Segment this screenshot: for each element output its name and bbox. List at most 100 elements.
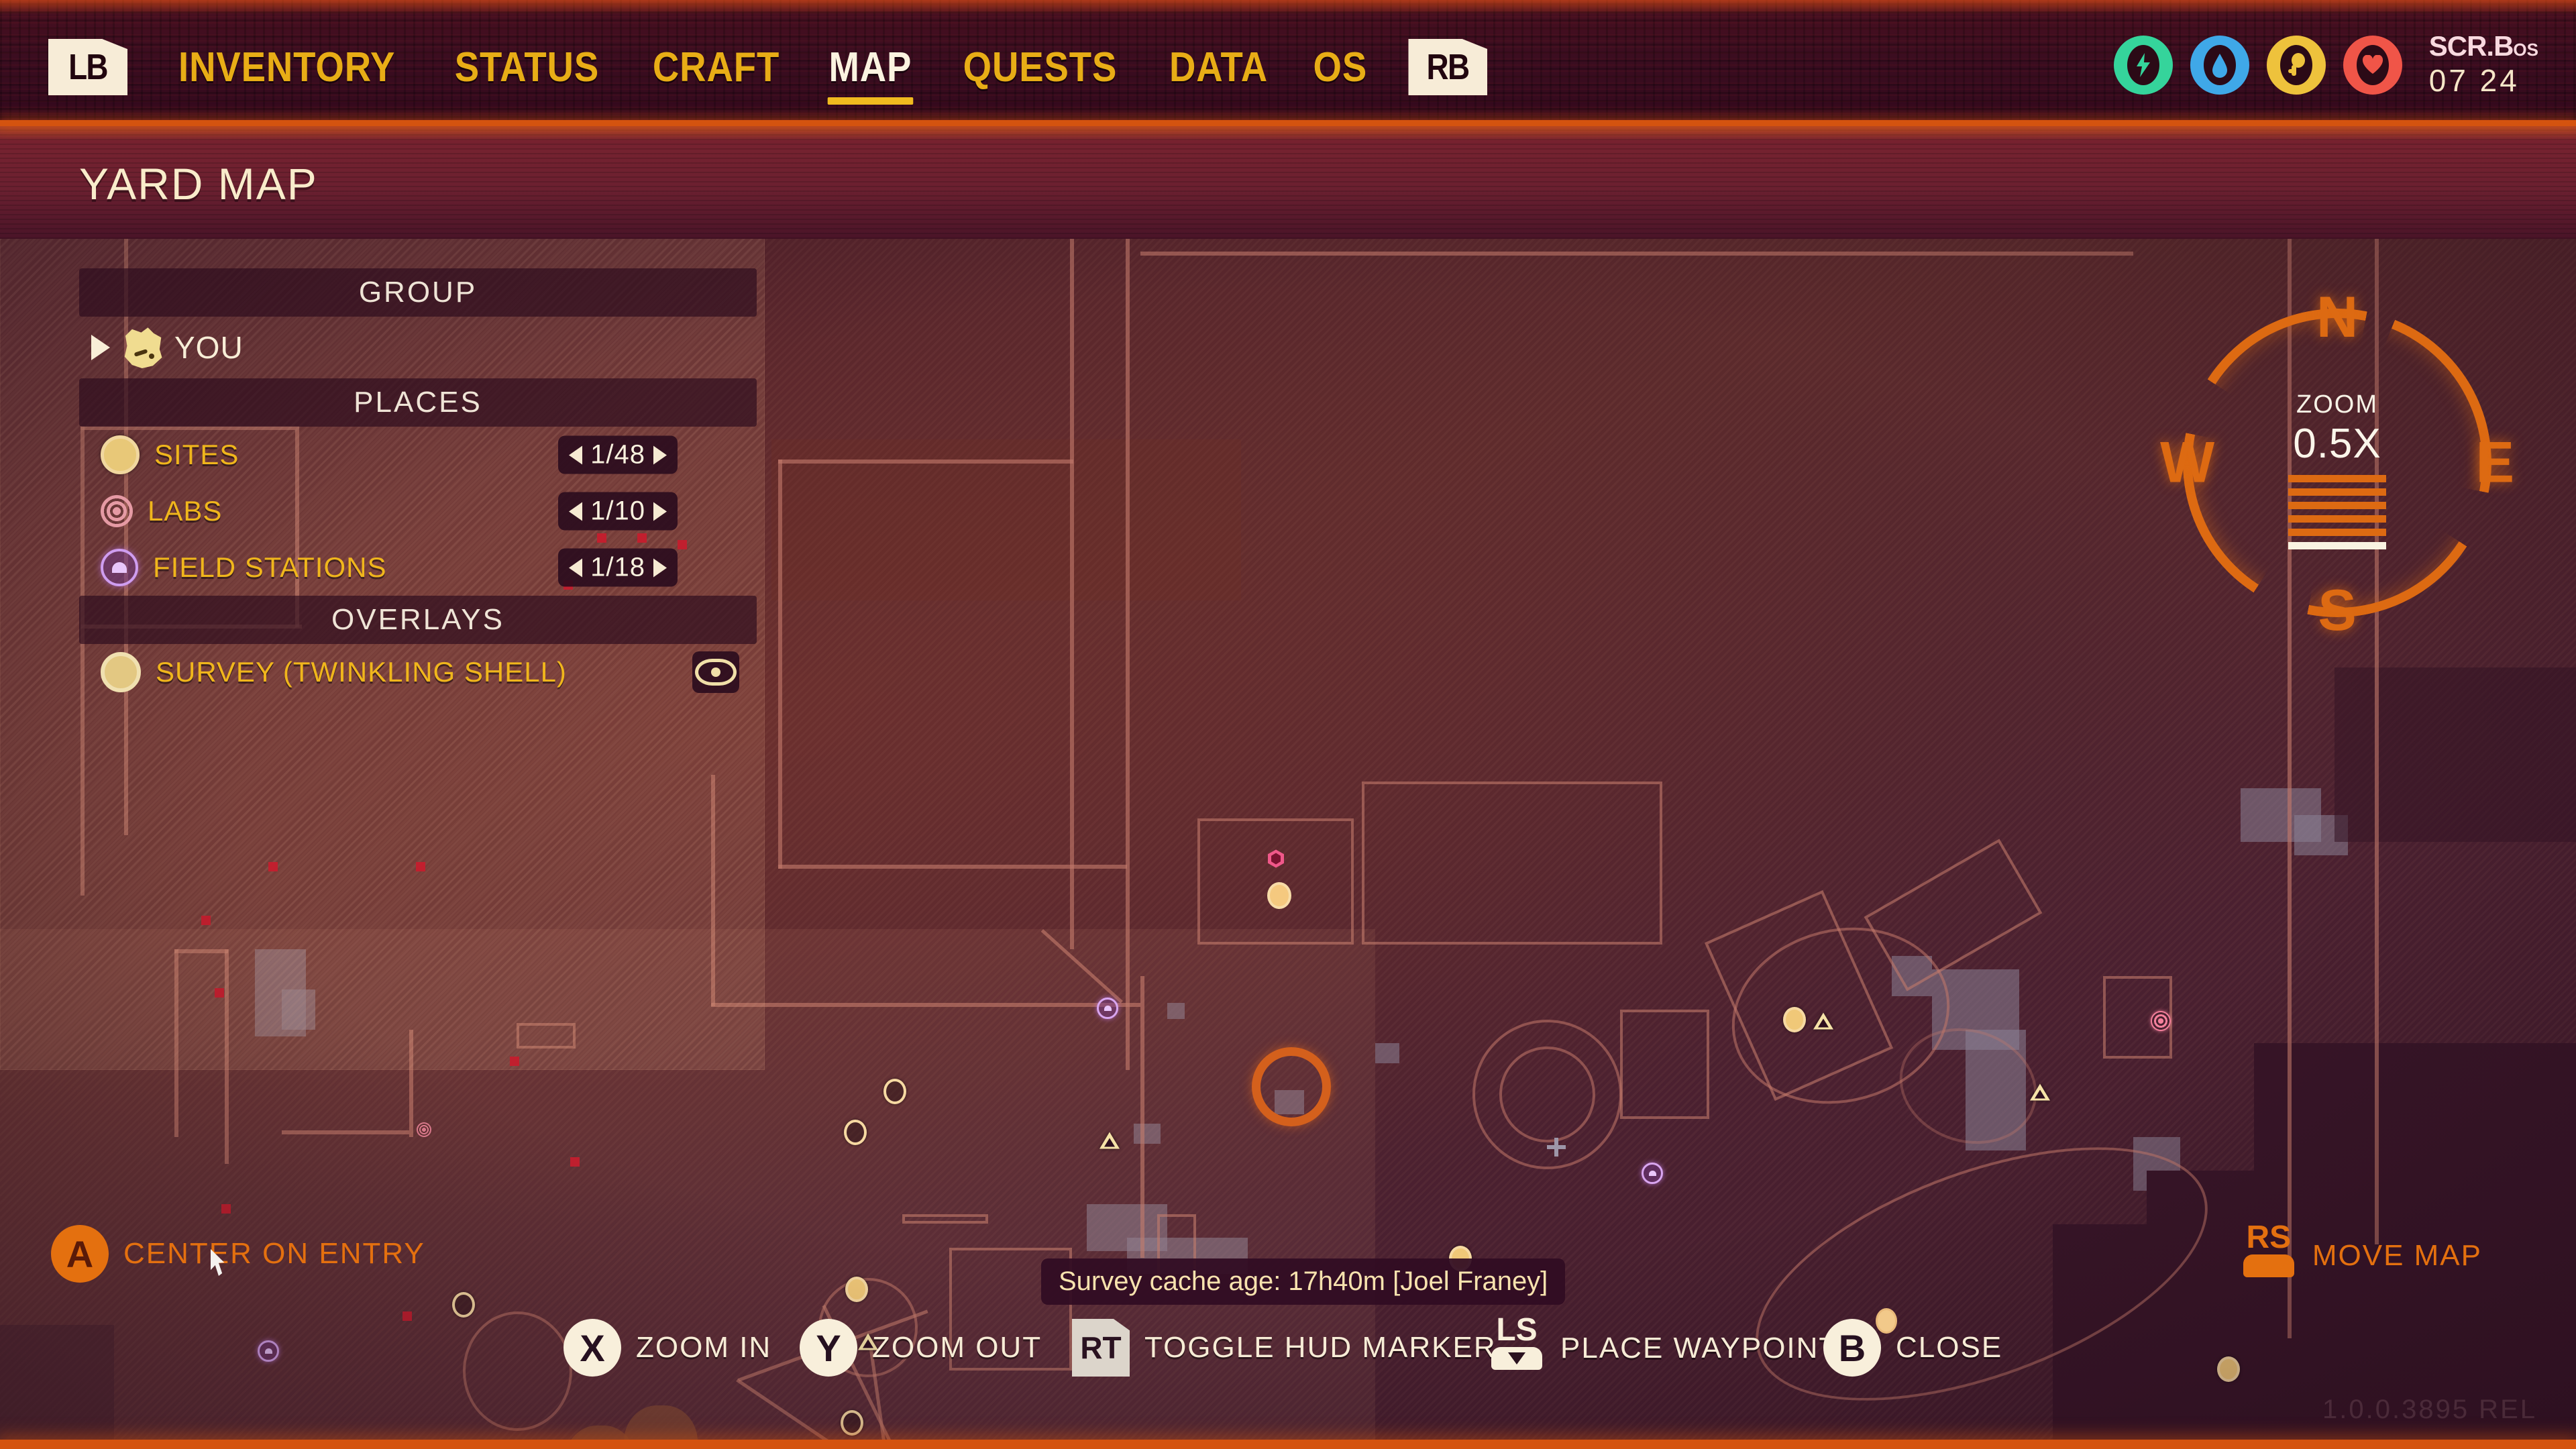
close-marker-dot-icon (1876, 1308, 1897, 1334)
zoom-level-ladder[interactable] (2288, 475, 2386, 555)
zoom-rung (2288, 502, 2386, 509)
health-vital[interactable] (2343, 36, 2402, 95)
lightning-icon (2127, 45, 2159, 86)
places-section-label: PLACES (354, 386, 482, 419)
compass-south-label: S (2318, 578, 2357, 643)
site-marker[interactable] (1783, 1007, 1806, 1032)
map-building (1362, 782, 1662, 945)
lab-marker[interactable] (2151, 1011, 2171, 1031)
prompt-toggle-hud-marker[interactable]: RT TOGGLE HUD MARKER (1072, 1319, 1497, 1377)
stepper-prev-icon[interactable] (569, 445, 583, 464)
x-button-icon[interactable]: X (564, 1319, 621, 1377)
overlays-section-label: OVERLAYS (331, 603, 504, 636)
prompt-label-close: CLOSE (1896, 1331, 2003, 1364)
os-suffix: OS (2513, 40, 2538, 60)
prompt-label-place-waypoint: PLACE WAYPOINT (1560, 1332, 1839, 1364)
sites-stepper[interactable]: 1/48 (558, 435, 678, 474)
prompt-zoom-in[interactable]: X ZOOM IN (564, 1319, 771, 1377)
field-stations-stepper[interactable]: 1/18 (558, 548, 678, 587)
survey-sample-dot (510, 1057, 519, 1066)
site-marker[interactable] (1267, 882, 1291, 909)
stepper-next-icon[interactable] (653, 558, 667, 577)
top-navigation-bar: LB INVENTORY STATUS CRAFT MAP QUESTS DAT… (0, 0, 2576, 126)
group-member-you[interactable]: YOU (79, 317, 757, 378)
food-vital[interactable] (2266, 36, 2326, 95)
labs-stepper[interactable]: 1/10 (558, 492, 678, 531)
lab-marker[interactable] (417, 1122, 431, 1137)
page-title-bar: YARD MAP (0, 123, 2576, 239)
field-station-marker[interactable] (1097, 998, 1118, 1019)
prompt-close[interactable]: B CLOSE (1823, 1308, 2003, 1377)
legend-label-sites: SITES (154, 439, 239, 470)
field-station-marker[interactable] (1642, 1163, 1663, 1184)
survey-visibility-toggle[interactable] (692, 651, 739, 693)
right-bumper-button[interactable]: RB (1408, 39, 1488, 95)
stepper-prev-icon[interactable] (569, 502, 583, 521)
legend-row-sites[interactable]: SITES 1/48 (79, 427, 757, 483)
os-name-line: SCR.BOS (2429, 32, 2538, 60)
hazard-marker[interactable] (1099, 1132, 1120, 1149)
prompt-zoom-out[interactable]: Y ZOOM OUT (800, 1319, 1042, 1377)
tab-quests[interactable]: QUESTS (948, 44, 1132, 91)
stepper-prev-icon[interactable] (569, 558, 583, 577)
right-stick-label: RS (2246, 1220, 2292, 1255)
b-button-icon[interactable]: B (1823, 1319, 1881, 1377)
compass-west-label: W (2160, 430, 2215, 495)
right-stick-icon[interactable]: RS (2240, 1222, 2298, 1289)
field-station-marker[interactable] (258, 1340, 279, 1362)
prompt-center-on-entry[interactable]: A CENTER ON ENTRY (51, 1225, 425, 1283)
topbar-bottom-accent (0, 120, 2576, 126)
survey-cache-text: Survey cache age: 17h40m [Joel Franey] (1059, 1267, 1548, 1296)
legend-row-labs[interactable]: LABS 1/10 (79, 483, 757, 539)
legend-label-labs: LABS (148, 495, 223, 527)
left-stick-icon[interactable]: LS (1488, 1312, 1546, 1382)
survey-cache-tooltip: Survey cache age: 17h40m [Joel Franey] (1041, 1258, 1566, 1305)
tab-craft[interactable]: CRAFT (637, 44, 795, 91)
legend-row-field-stations[interactable]: FIELD STATIONS 1/18 (79, 539, 757, 596)
survey-sample-dot (221, 1204, 231, 1214)
map-building (1620, 1010, 1709, 1119)
rt-trigger-icon[interactable]: RT (1072, 1319, 1130, 1377)
places-section-header: PLACES (79, 378, 757, 427)
legend-row-survey-overlay[interactable]: SURVEY (TWINKLING SHELL) (79, 644, 757, 700)
legend-label-survey: SURVEY (TWINKLING SHELL) (156, 656, 567, 688)
prompt-place-waypoint[interactable]: LS PLACE WAYPOINT (1488, 1312, 1839, 1382)
hazard-marker[interactable] (1813, 1012, 1833, 1030)
site-marker[interactable] (883, 1079, 906, 1104)
energy-vital[interactable] (2113, 36, 2173, 95)
left-bumper-label: LB (68, 47, 108, 87)
stepper-next-icon[interactable] (653, 502, 667, 521)
compass-zoom-widget[interactable]: N E S W ZOOM 0.5X (2160, 285, 2514, 643)
zoom-label: ZOOM (2296, 390, 2378, 419)
hazard-marker[interactable] (2030, 1083, 2050, 1101)
prompt-label-center-on-entry: CENTER ON ENTRY (123, 1237, 425, 1270)
terrain-patch (1375, 1043, 1399, 1063)
site-icon (101, 435, 140, 474)
prompt-move-map[interactable]: RS MOVE MAP (2240, 1222, 2482, 1289)
zoom-rung (2288, 475, 2386, 482)
left-stick-label: LS (1496, 1312, 1538, 1348)
y-button-icon[interactable]: Y (800, 1319, 857, 1377)
site-marker[interactable] (452, 1292, 475, 1318)
water-vital[interactable] (2190, 36, 2249, 95)
expand-caret-icon[interactable] (91, 335, 110, 360)
tab-inventory[interactable]: INVENTORY (163, 44, 411, 91)
site-marker[interactable] (2217, 1356, 2240, 1382)
site-marker[interactable] (841, 1410, 863, 1436)
left-bumper-button[interactable]: LB (48, 39, 127, 95)
vitals-hud: SCR.BOS 07 24 (2096, 32, 2538, 99)
site-marker[interactable] (844, 1120, 867, 1145)
stepper-next-icon[interactable] (653, 445, 667, 464)
site-marker[interactable] (845, 1277, 868, 1302)
a-button-icon[interactable]: A (51, 1225, 109, 1283)
eye-icon (695, 659, 737, 686)
player-position-marker[interactable] (1252, 1047, 1331, 1126)
survey-sample-dot (402, 1311, 412, 1321)
prompt-label-toggle-hud-marker: TOGGLE HUD MARKER (1144, 1331, 1497, 1364)
legend-label-field-stations: FIELD STATIONS (153, 551, 387, 583)
tab-os[interactable]: OS (1298, 44, 1383, 91)
tab-data[interactable]: DATA (1154, 44, 1283, 91)
drumstick-icon (2279, 45, 2312, 86)
tab-status[interactable]: STATUS (439, 44, 614, 91)
tab-map[interactable]: MAP (814, 44, 928, 105)
